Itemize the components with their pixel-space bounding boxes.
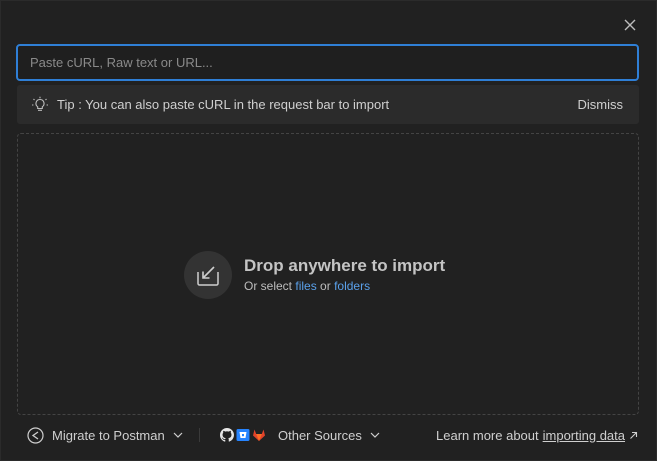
import-search-input[interactable] bbox=[16, 44, 639, 81]
tip-text: Tip : You can also paste cURL in the req… bbox=[57, 97, 390, 112]
folders-link[interactable]: folders bbox=[334, 279, 370, 293]
source-logos bbox=[220, 428, 268, 442]
drop-sub-or: or bbox=[320, 279, 331, 293]
lightbulb-icon bbox=[31, 96, 49, 114]
drop-sub-prefix: Or select bbox=[244, 279, 293, 293]
external-link-icon bbox=[629, 431, 638, 440]
tip-banner: Tip : You can also paste cURL in the req… bbox=[17, 85, 639, 124]
migrate-icon bbox=[27, 426, 44, 444]
other-sources-button[interactable]: Other Sources bbox=[220, 421, 380, 449]
learn-more: Learn more about importing data bbox=[436, 421, 638, 449]
dismiss-button[interactable]: Dismiss bbox=[578, 97, 624, 112]
github-icon bbox=[220, 428, 234, 442]
bitbucket-icon bbox=[236, 428, 250, 442]
import-footer: Migrate to Postman Other Sources Learn m… bbox=[1, 421, 657, 449]
drop-zone-content: Drop anywhere to import Or select files … bbox=[184, 251, 445, 299]
import-icon bbox=[184, 251, 232, 299]
chevron-down-icon bbox=[370, 432, 380, 438]
drop-title: Drop anywhere to import bbox=[244, 256, 446, 275]
import-modal: Tip : You can also paste cURL in the req… bbox=[0, 0, 657, 461]
close-button[interactable] bbox=[621, 16, 639, 34]
importing-data-link[interactable]: importing data bbox=[543, 428, 625, 443]
footer-divider bbox=[199, 428, 200, 442]
other-sources-label: Other Sources bbox=[278, 427, 362, 443]
chevron-down-icon bbox=[173, 432, 183, 438]
drop-subtitle: Or select files or folders bbox=[244, 277, 445, 295]
close-icon bbox=[624, 19, 636, 31]
files-link[interactable]: files bbox=[295, 279, 316, 293]
migrate-to-postman-button[interactable]: Migrate to Postman bbox=[27, 421, 183, 449]
drop-zone[interactable]: Drop anywhere to import Or select files … bbox=[17, 133, 639, 415]
migrate-label: Migrate to Postman bbox=[52, 427, 165, 443]
gitlab-icon bbox=[252, 428, 266, 442]
learn-more-prefix: Learn more about bbox=[436, 427, 539, 443]
